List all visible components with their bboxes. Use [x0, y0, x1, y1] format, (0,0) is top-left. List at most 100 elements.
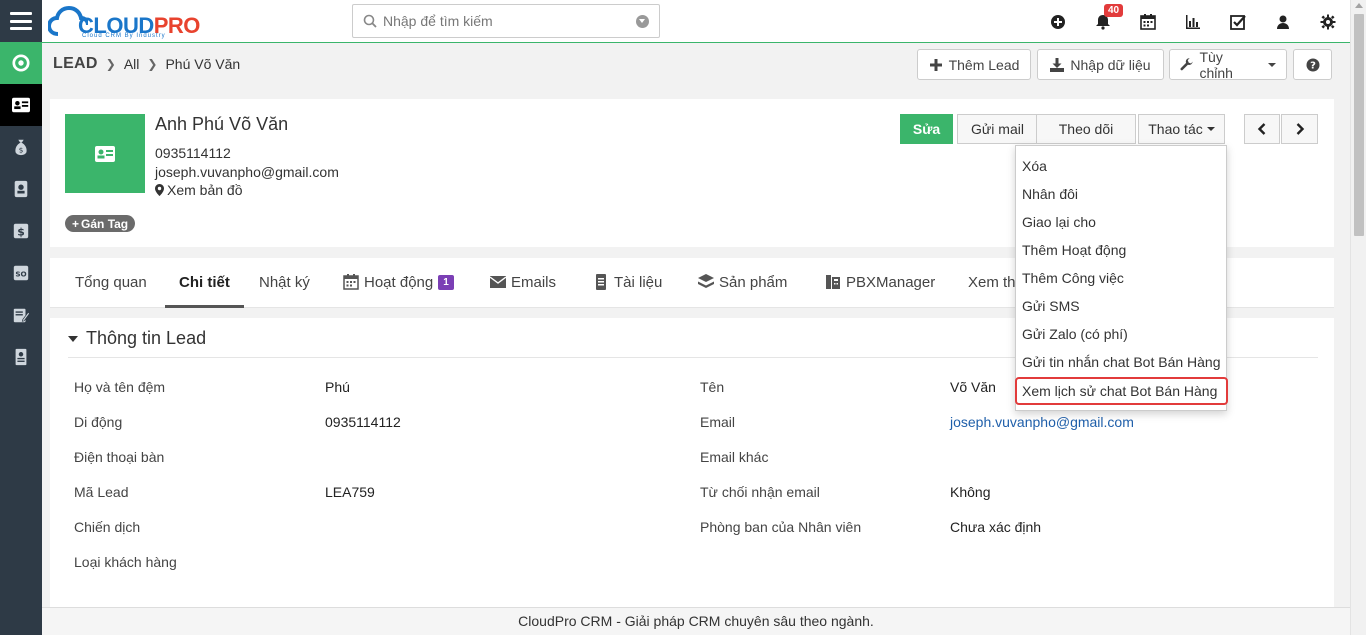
menu-item-add-task[interactable]: Thêm Công việc [1022, 270, 1124, 286]
field-value[interactable]: LEA759 [325, 484, 375, 500]
tab-emails[interactable]: Emails [490, 258, 556, 306]
next-record-button[interactable] [1281, 114, 1318, 144]
actions-dropdown-button[interactable]: Thao tác [1138, 114, 1225, 144]
map-marker-icon [155, 184, 164, 196]
lead-card-icon [12, 97, 30, 113]
tab-activities[interactable]: Hoạt động 1 [343, 258, 454, 306]
add-tag-button[interactable]: + Gán Tag [65, 215, 136, 232]
customize-button[interactable]: Tùy chỉnh [1169, 49, 1287, 81]
menu-item-view-chatbot-history[interactable]: Xem lịch sử chat Bot Bán Hàng [1015, 377, 1228, 405]
envelope-icon [490, 276, 506, 288]
tab-pbxmanager-label: PBXManager [846, 273, 936, 291]
caret-down-icon [68, 335, 78, 342]
phone-book-icon [826, 275, 840, 289]
sidebar-item-dashboard[interactable] [0, 42, 42, 84]
sidebar-item-contacts[interactable] [0, 168, 42, 210]
tab-overview[interactable]: Tổng quan [75, 258, 147, 306]
sidebar-item-sales[interactable]: $ [0, 210, 42, 252]
notifications-button[interactable]: 40 [1080, 0, 1125, 43]
cloudpro-logo[interactable]: CLOUDPRO Cloud CRM By Industry [48, 4, 200, 39]
send-mail-button[interactable]: Gửi mail [957, 114, 1038, 144]
invoice-icon [15, 348, 27, 366]
calendar-button[interactable] [1125, 0, 1170, 43]
tab-products-label: Sản phẩm [719, 273, 788, 291]
tab-documents-label: Tài liệu [614, 273, 663, 291]
field-value[interactable]: Không [950, 484, 990, 500]
tab-products[interactable]: Sản phẩm [698, 258, 787, 306]
svg-text:SO: SO [15, 270, 26, 279]
lead-card-icon [95, 145, 115, 162]
tab-history[interactable]: Nhật ký [259, 258, 310, 306]
record-phone[interactable]: 0935114112 [155, 145, 231, 161]
settings-button[interactable] [1305, 0, 1350, 43]
user-icon [1276, 15, 1289, 29]
previous-record-button[interactable] [1244, 114, 1280, 144]
field-value[interactable]: 0935114112 [325, 414, 401, 430]
edit-button[interactable]: Sửa [900, 114, 953, 144]
search-input[interactable] [383, 11, 623, 31]
user-profile-button[interactable] [1260, 0, 1305, 43]
field-value[interactable]: Phú [325, 379, 350, 395]
sidebar-item-tasks[interactable] [0, 294, 42, 336]
scroll-up-arrow-icon[interactable] [1355, 3, 1363, 8]
menu-item-delete[interactable]: Xóa [1022, 158, 1047, 174]
help-button[interactable]: ? [1293, 49, 1332, 80]
breadcrumb-module[interactable]: LEAD [53, 55, 98, 73]
left-sidebar: $ $ SO [0, 0, 42, 635]
section-toggle[interactable]: Thông tin Lead [68, 328, 206, 349]
chevron-right-icon: ❯ [147, 57, 158, 71]
menu-item-send-zalo[interactable]: Gửi Zalo (có phí) [1022, 326, 1128, 342]
plus-circle-icon [1050, 14, 1065, 29]
logo-subtitle: Cloud CRM By Industry [82, 33, 166, 39]
menu-item-duplicate[interactable]: Nhân đôi [1022, 186, 1078, 202]
follow-button[interactable]: Theo dõi [1036, 114, 1136, 144]
field-label: Mã Lead [74, 484, 129, 500]
help-icon: ? [1306, 58, 1319, 71]
tasks-button[interactable] [1215, 0, 1260, 43]
field-value[interactable]: Võ Văn [950, 379, 996, 395]
chevron-right-icon [1296, 123, 1304, 135]
menu-item-send-sms[interactable]: Gửi SMS [1022, 298, 1080, 314]
search-options-chevron-icon[interactable] [636, 15, 649, 28]
tab-more-label: Xem th [968, 273, 1016, 291]
tab-documents[interactable]: Tài liệu [593, 258, 662, 306]
global-search [352, 4, 660, 38]
tab-history-label: Nhật ký [259, 273, 310, 291]
chevron-right-icon: ❯ [105, 57, 116, 71]
field-label: Email khác [700, 449, 769, 465]
plus-icon [929, 58, 942, 71]
plus-icon: + [72, 216, 80, 231]
svg-text:$: $ [19, 145, 24, 154]
tab-details[interactable]: Chi tiết [165, 258, 244, 308]
menu-item-reassign[interactable]: Giao lại cho [1022, 214, 1096, 230]
record-email[interactable]: joseph.vuvanpho@gmail.com [155, 164, 339, 180]
tab-more[interactable]: Xem th [968, 258, 1016, 306]
caret-down-icon [1206, 127, 1215, 131]
field-label: Từ chối nhận email [700, 484, 820, 500]
target-icon [12, 54, 30, 72]
view-map-link[interactable]: Xem bản đồ [155, 182, 243, 198]
page-scrollbar[interactable] [1350, 0, 1366, 635]
quick-create-button[interactable] [1035, 0, 1080, 43]
field-value-email-link[interactable]: joseph.vuvanpho@gmail.com [950, 414, 1134, 430]
field-label: Loại khách hàng [74, 554, 177, 570]
reports-button[interactable] [1170, 0, 1215, 43]
sidebar-item-leads[interactable] [0, 84, 42, 126]
footer: CloudPro CRM - Giải pháp CRM chuyên sâu … [42, 607, 1350, 635]
actions-dropdown-label: Thao tác [1148, 121, 1203, 137]
add-lead-button[interactable]: Thêm Lead [917, 49, 1031, 80]
import-data-button[interactable]: Nhập dữ liệu [1037, 49, 1164, 80]
sidebar-item-sales-orders[interactable]: SO [0, 252, 42, 294]
hamburger-menu-button[interactable] [0, 0, 42, 42]
menu-item-add-activity[interactable]: Thêm Hoạt động [1022, 242, 1126, 258]
sidebar-item-invoices[interactable] [0, 336, 42, 378]
tab-pbxmanager[interactable]: PBXManager [825, 258, 935, 306]
field-value[interactable]: Chưa xác định [950, 519, 1041, 535]
breadcrumb-filter[interactable]: All [124, 56, 140, 72]
hamburger-icon [10, 12, 32, 30]
sidebar-item-opportunities[interactable]: $ [0, 126, 42, 168]
scrollbar-thumb[interactable] [1354, 14, 1364, 236]
bar-chart-icon [1185, 14, 1200, 29]
tab-emails-label: Emails [511, 273, 557, 291]
menu-item-send-chatbot-message[interactable]: Gửi tin nhắn chat Bot Bán Hàng [1022, 354, 1221, 370]
